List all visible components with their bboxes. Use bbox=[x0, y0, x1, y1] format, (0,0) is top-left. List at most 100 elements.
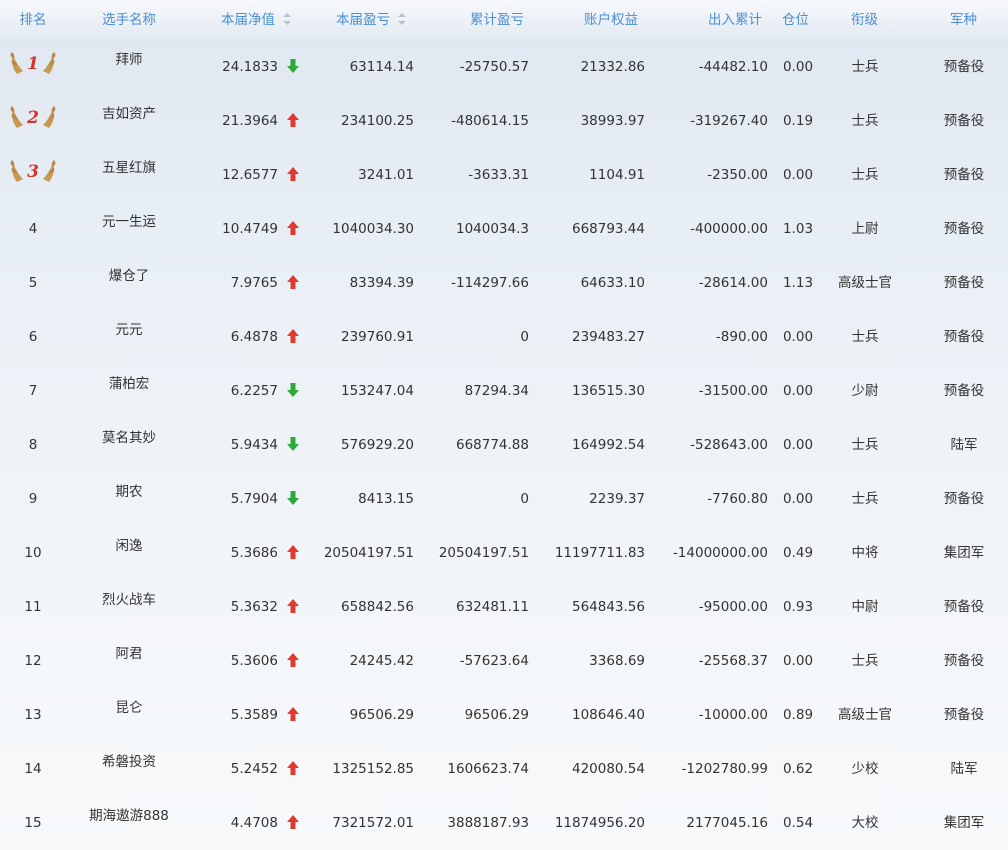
header-pnl[interactable]: 本届盈亏 bbox=[336, 0, 426, 40]
session-pnl: 153247.04 bbox=[340, 383, 414, 399]
rank-title: 高级士官 bbox=[838, 275, 892, 291]
position: 0.00 bbox=[782, 491, 814, 507]
position: 1.13 bbox=[782, 275, 814, 291]
player-name[interactable]: 拜师 bbox=[84, 33, 174, 87]
account-equity: 564843.56 bbox=[571, 599, 645, 615]
table-row[interactable]: 5 爆仓了 7.9765 83394.39 -114297.66 64633.10 -286… bbox=[0, 256, 1008, 310]
position: 0.93 bbox=[782, 599, 814, 615]
table-row[interactable]: 13 昆仑 5.3589 96506.29 96506.29 108646.40 -1000… bbox=[0, 688, 1008, 742]
player-name[interactable]: 期农 bbox=[84, 465, 174, 519]
net-value: 21.3964 bbox=[222, 113, 278, 129]
player-name[interactable]: 烈火战车 bbox=[84, 573, 174, 627]
player-name[interactable]: 莫名其妙 bbox=[84, 411, 174, 465]
cumulative-pnl: 0 bbox=[520, 491, 529, 507]
sort-icon[interactable] bbox=[398, 13, 406, 25]
player-name[interactable]: 吉如资产 bbox=[84, 87, 174, 141]
session-pnl: 3241.01 bbox=[358, 167, 414, 183]
rank-title: 士兵 bbox=[851, 113, 879, 129]
table-row[interactable]: 14 希磐投资 5.2452 1325152.85 1606623.74 420080.5… bbox=[0, 742, 1008, 796]
arrow-up-icon bbox=[286, 274, 300, 290]
position: 0.89 bbox=[782, 707, 814, 723]
position: 0.00 bbox=[782, 167, 814, 183]
player-name[interactable]: 五星红旗 bbox=[84, 141, 174, 195]
position: 0.00 bbox=[782, 383, 814, 399]
table-row[interactable]: 1 拜师 24.1833 63114.14 -25750.57 21332.86 -4448… bbox=[0, 40, 1008, 94]
table-row[interactable]: 2 吉如资产 21.3964 234100.25 -480614.15 38993.97-… bbox=[0, 94, 1008, 148]
player-name[interactable]: 希磐投资 bbox=[84, 735, 174, 789]
table-row[interactable]: 12 阿君 5.3606 24245.42 -57623.64 3368.69 -25568… bbox=[0, 634, 1008, 688]
player-name[interactable]: 期海遨游888 bbox=[84, 789, 174, 843]
player-name[interactable]: 闲逸 bbox=[84, 519, 174, 573]
arrow-up-icon bbox=[286, 814, 300, 830]
arrow-up-icon bbox=[286, 220, 300, 236]
branch: 预备役 bbox=[943, 599, 985, 615]
cumulative-pnl: 96506.29 bbox=[464, 707, 529, 723]
rank-title: 士兵 bbox=[851, 491, 879, 507]
session-pnl: 83394.39 bbox=[349, 275, 414, 291]
table-row[interactable]: 15 期海遨游888 4.4708 7321572.01 3888187.93 11874… bbox=[0, 796, 1008, 850]
cumulative-pnl: -480614.15 bbox=[451, 113, 529, 129]
account-equity: 21332.86 bbox=[580, 59, 645, 75]
header-net-value[interactable]: 本届净值 bbox=[221, 0, 311, 40]
arrow-down-icon bbox=[286, 58, 300, 74]
medal-number: 3 bbox=[27, 162, 39, 182]
table-row[interactable]: 4 元一生运 10.4749 1040034.30 1040034.3 668793.44… bbox=[0, 202, 1008, 256]
rank-title: 中将 bbox=[851, 545, 879, 561]
header-equity: 账户权益 bbox=[584, 12, 638, 28]
account-equity: 420080.54 bbox=[571, 761, 645, 777]
branch: 预备役 bbox=[943, 221, 985, 237]
session-pnl: 576929.20 bbox=[340, 437, 414, 453]
arrow-up-icon bbox=[286, 706, 300, 722]
player-name[interactable]: 爆仓了 bbox=[84, 249, 174, 303]
rank-number: 8 bbox=[28, 437, 38, 453]
in-out-total: -2350.00 bbox=[707, 167, 768, 183]
in-out-total: -31500.00 bbox=[698, 383, 768, 399]
cumulative-pnl: 0 bbox=[520, 329, 529, 345]
rank-title: 中尉 bbox=[851, 599, 879, 615]
player-name[interactable]: 元元 bbox=[84, 303, 174, 357]
branch: 集团军 bbox=[943, 545, 985, 561]
in-out-total: -44482.10 bbox=[698, 59, 768, 75]
rank-title: 少尉 bbox=[851, 383, 879, 399]
branch: 预备役 bbox=[943, 491, 985, 507]
account-equity: 64633.10 bbox=[580, 275, 645, 291]
sort-icon[interactable] bbox=[283, 13, 291, 25]
table-row[interactable]: 9 期农 5.7904 8413.15 0 2239.37 -7760.80 0.00 士兵 预备… bbox=[0, 472, 1008, 526]
in-out-total: -1202780.99 bbox=[681, 761, 768, 777]
rank-title: 大校 bbox=[851, 815, 879, 831]
branch: 预备役 bbox=[943, 167, 985, 183]
rank-title: 少校 bbox=[851, 761, 879, 777]
medal-number: 2 bbox=[26, 108, 39, 128]
table-row[interactable]: 6 元元 6.4878 239760.91 0 239483.27 -890.00 0.00 士… bbox=[0, 310, 1008, 364]
table-row[interactable]: 10 闲逸 5.3686 20504197.51 20504197.51 11197711… bbox=[0, 526, 1008, 580]
player-name[interactable]: 蒲柏宏 bbox=[84, 357, 174, 411]
session-pnl: 96506.29 bbox=[349, 707, 414, 723]
arrow-up-icon bbox=[286, 328, 300, 344]
cumulative-pnl: 87294.34 bbox=[464, 383, 529, 399]
rank-number: 4 bbox=[28, 221, 38, 237]
ranking-table: 排名 选手名称 本届净值 本届盈亏 累计盈亏 账户权益 出入累计 仓位 衔级 军… bbox=[0, 0, 1008, 850]
net-value: 5.7904 bbox=[230, 491, 278, 507]
net-value: 12.6577 bbox=[222, 167, 278, 183]
table-row[interactable]: 3 五星红旗 12.6577 3241.01 -3633.31 1104.91 -2350.… bbox=[0, 148, 1008, 202]
net-value: 7.9765 bbox=[230, 275, 278, 291]
table-row[interactable]: 7 蒲柏宏 6.2257 153247.04 87294.34 136515.30 -315… bbox=[0, 364, 1008, 418]
player-name[interactable]: 昆仑 bbox=[84, 681, 174, 735]
rank-number: 10 bbox=[24, 545, 42, 561]
cumulative-pnl: -25750.57 bbox=[459, 59, 529, 75]
branch: 预备役 bbox=[943, 653, 985, 669]
table-row[interactable]: 8 莫名其妙 5.9434 576929.20 668774.88 164992.54 -5… bbox=[0, 418, 1008, 472]
header-rank: 排名 bbox=[19, 12, 47, 28]
rank-title: 士兵 bbox=[851, 59, 879, 75]
arrow-up-icon bbox=[286, 760, 300, 776]
player-name[interactable]: 元一生运 bbox=[84, 195, 174, 249]
laurel-medal-icon: 2 bbox=[9, 104, 57, 132]
player-name[interactable]: 阿君 bbox=[84, 627, 174, 681]
rank-title: 士兵 bbox=[851, 653, 879, 669]
net-value: 5.2452 bbox=[230, 761, 278, 777]
table-row[interactable]: 11 烈火战车 5.3632 658842.56 632481.11 564843.56-… bbox=[0, 580, 1008, 634]
header-position: 仓位 bbox=[782, 12, 809, 28]
session-pnl: 24245.42 bbox=[349, 653, 414, 669]
arrow-up-icon bbox=[286, 166, 300, 182]
header-pnl-label: 本届盈亏 bbox=[336, 12, 390, 28]
